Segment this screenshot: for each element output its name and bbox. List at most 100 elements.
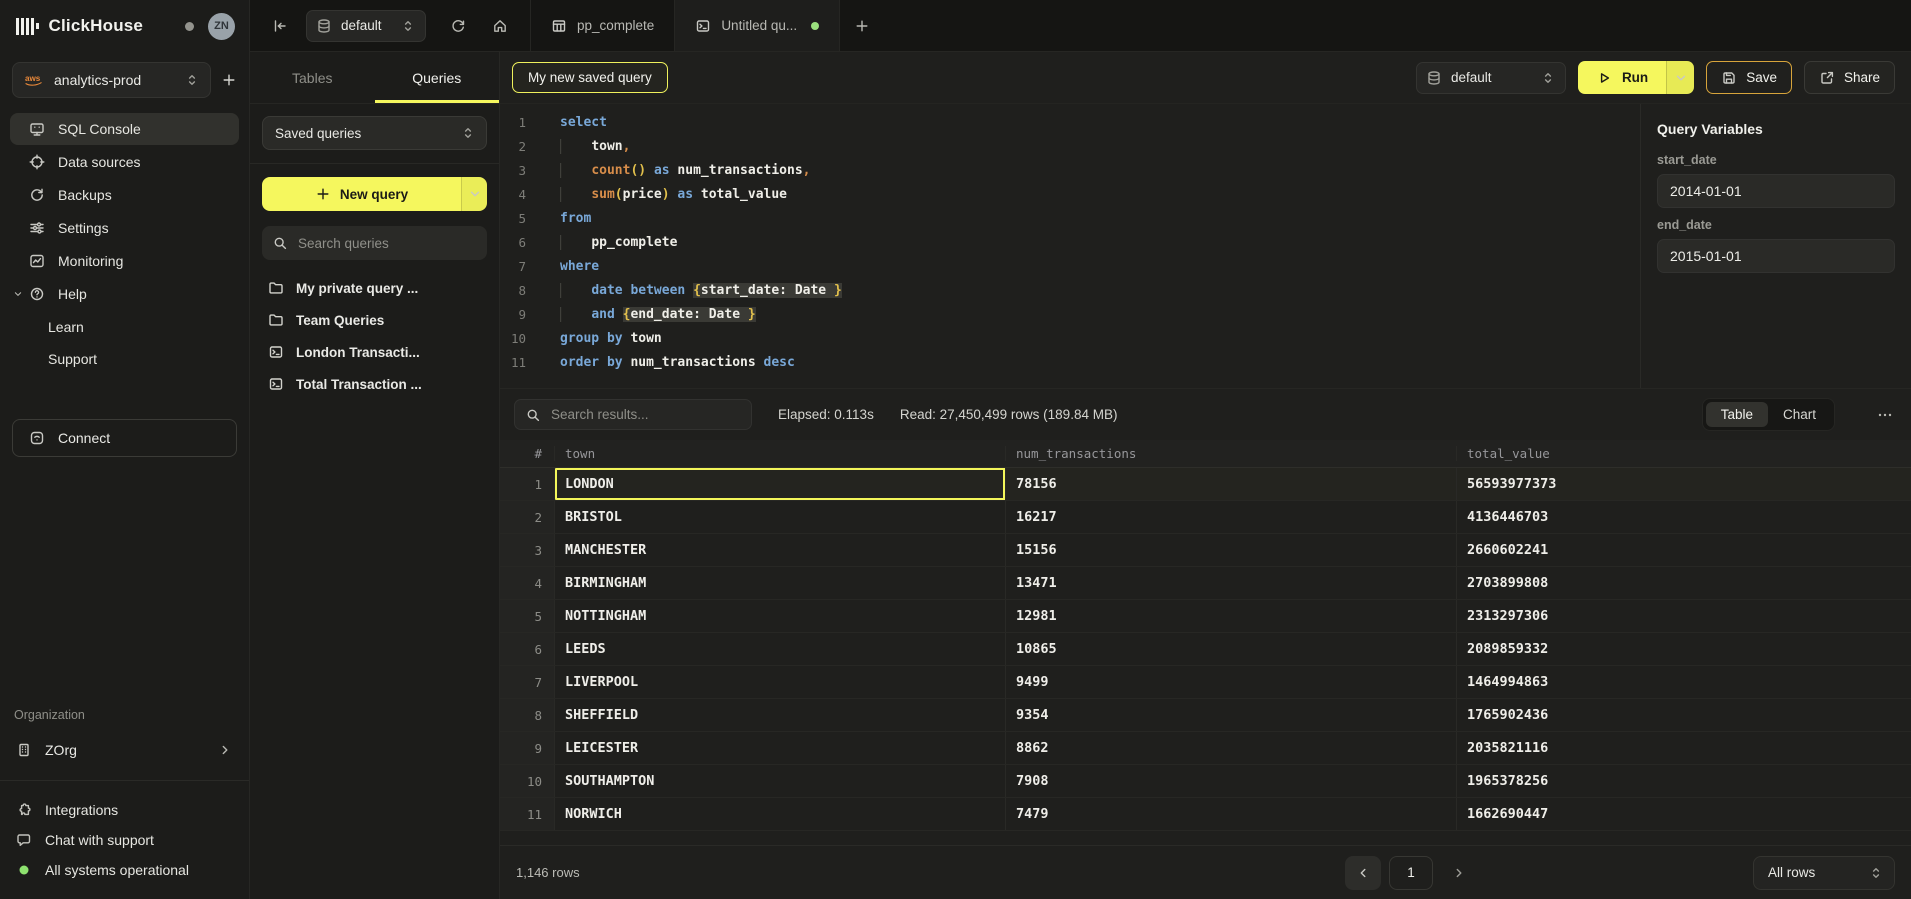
cell-num_transactions[interactable]: 15156: [1006, 534, 1457, 566]
cell-total_value[interactable]: 1965378256: [1457, 765, 1911, 797]
connect-button[interactable]: Connect: [12, 419, 237, 457]
view-chart-button[interactable]: Chart: [1768, 402, 1831, 427]
status-dot-icon: [16, 862, 32, 878]
add-service-button[interactable]: [221, 72, 237, 88]
cell-num_transactions[interactable]: 12981: [1006, 600, 1457, 632]
cell-total_value[interactable]: 2703899808: [1457, 567, 1911, 599]
new-query-label: New query: [340, 187, 408, 202]
cell-town[interactable]: BRISTOL: [555, 501, 1006, 533]
cell-total_value[interactable]: 2660602241: [1457, 534, 1911, 566]
cell-num_transactions[interactable]: 7479: [1006, 798, 1457, 830]
query-database-selector[interactable]: default: [1416, 62, 1566, 94]
save-label: Save: [1746, 70, 1777, 85]
sidebar-item-settings[interactable]: Settings: [10, 212, 239, 244]
results-menu-button[interactable]: [1877, 407, 1893, 423]
folder-icon: [268, 280, 284, 296]
database-selector[interactable]: default: [306, 10, 426, 42]
saved-query-chip[interactable]: My new saved query: [512, 62, 668, 93]
run-button[interactable]: Run: [1578, 61, 1694, 94]
run-options-button[interactable]: [1666, 61, 1694, 94]
tab-tables[interactable]: Tables: [250, 52, 375, 103]
puzzle-icon: [16, 802, 32, 818]
sidebar-footer-integrations[interactable]: Integrations: [0, 795, 249, 825]
cell-town[interactable]: LONDON: [555, 468, 1006, 500]
cell-town[interactable]: LEEDS: [555, 633, 1006, 665]
code-line: 1select: [500, 111, 1640, 135]
sidebar-item-data-sources[interactable]: Data sources: [10, 146, 239, 178]
search-results-input[interactable]: [549, 406, 741, 423]
cell-num_transactions[interactable]: 13471: [1006, 567, 1457, 599]
sidebar-item-support[interactable]: Support: [0, 343, 249, 375]
search-queries-input[interactable]: [296, 235, 477, 252]
saved-queries-filter[interactable]: Saved queries: [262, 116, 487, 150]
variable-input-start_date[interactable]: [1657, 174, 1895, 208]
cell-town[interactable]: MANCHESTER: [555, 534, 1006, 566]
new-tab-button[interactable]: [854, 18, 870, 34]
cell-num_transactions[interactable]: 78156: [1006, 468, 1457, 500]
sidebar-item-help[interactable]: Help: [10, 278, 239, 310]
variable-input-end_date[interactable]: [1657, 239, 1895, 273]
clickhouse-logo-icon: [16, 18, 39, 35]
saved-query-item[interactable]: London Transacti...: [262, 336, 487, 368]
cell-total_value[interactable]: 56593977373: [1457, 468, 1911, 500]
refresh-button[interactable]: [450, 18, 466, 34]
service-selector[interactable]: aws analytics-prod: [12, 62, 211, 98]
sidebar-item-learn[interactable]: Learn: [0, 311, 249, 343]
saved-query-item[interactable]: Team Queries: [262, 304, 487, 336]
cell-total_value[interactable]: 4136446703: [1457, 501, 1911, 533]
sidebar-item-monitoring[interactable]: Monitoring: [10, 245, 239, 277]
cell-town[interactable]: LIVERPOOL: [555, 666, 1006, 698]
next-page-button[interactable]: [1451, 865, 1467, 881]
cell-num_transactions[interactable]: 10865: [1006, 633, 1457, 665]
sidebar-item-sql-console[interactable]: SQL Console: [10, 113, 239, 145]
cell-index: 8: [500, 699, 555, 731]
search-results-box: [514, 399, 752, 430]
new-query-menu-button[interactable]: [461, 177, 487, 211]
cell-town[interactable]: NOTTINGHAM: [555, 600, 1006, 632]
cell-num_transactions[interactable]: 9499: [1006, 666, 1457, 698]
chart-icon: [29, 253, 45, 269]
cell-town[interactable]: LEICESTER: [555, 732, 1006, 764]
home-button[interactable]: [492, 18, 508, 34]
share-button[interactable]: Share: [1804, 61, 1895, 94]
sidebar-item-backups[interactable]: Backups: [10, 179, 239, 211]
cell-total_value[interactable]: 2313297306: [1457, 600, 1911, 632]
sidebar-header: ClickHouse ZN: [0, 0, 249, 52]
table-row: 8SHEFFIELD93541765902436: [500, 699, 1911, 732]
collapse-sidebar-button[interactable]: [272, 18, 288, 34]
sidebar-footer-chat-with-support[interactable]: Chat with support: [0, 825, 249, 855]
sql-editor[interactable]: 1select2 town,3 count() as num_transacti…: [500, 104, 1640, 388]
prev-page-button[interactable]: [1345, 856, 1381, 890]
cell-total_value[interactable]: 1765902436: [1457, 699, 1911, 731]
user-avatar[interactable]: ZN: [208, 13, 235, 40]
page-size-selector[interactable]: All rows: [1753, 856, 1895, 890]
cell-num_transactions[interactable]: 7908: [1006, 765, 1457, 797]
cell-total_value[interactable]: 1662690447: [1457, 798, 1911, 830]
tab-pp-complete[interactable]: pp_complete: [530, 0, 675, 51]
cell-town[interactable]: SHEFFIELD: [555, 699, 1006, 731]
terminal-icon: [268, 376, 284, 392]
code-text: group by town: [560, 327, 662, 351]
cell-num_transactions[interactable]: 9354: [1006, 699, 1457, 731]
save-button[interactable]: Save: [1706, 61, 1792, 94]
cell-total_value[interactable]: 1464994863: [1457, 666, 1911, 698]
sidebar-item-label: Help: [58, 286, 87, 302]
cell-total_value[interactable]: 2035821116: [1457, 732, 1911, 764]
cell-total_value[interactable]: 2089859332: [1457, 633, 1911, 665]
sidebar-footer-system-status[interactable]: All systems operational: [0, 855, 249, 885]
organization-switcher[interactable]: ZOrg: [0, 732, 249, 768]
sidebar-subnav: LearnSupport: [0, 311, 249, 375]
cell-town[interactable]: NORWICH: [555, 798, 1006, 830]
cell-num_transactions[interactable]: 16217: [1006, 501, 1457, 533]
view-table-button[interactable]: Table: [1706, 402, 1768, 427]
chevron-down-icon: [1673, 70, 1689, 86]
tab-untitled-query[interactable]: Untitled qu...: [675, 0, 840, 51]
cell-town[interactable]: BIRMINGHAM: [555, 567, 1006, 599]
page-number-input[interactable]: 1: [1389, 856, 1433, 890]
cell-town[interactable]: SOUTHAMPTON: [555, 765, 1006, 797]
tab-queries[interactable]: Queries: [375, 52, 500, 103]
saved-query-item[interactable]: Total Transaction ...: [262, 368, 487, 400]
saved-query-item[interactable]: My private query ...: [262, 272, 487, 304]
cell-num_transactions[interactable]: 8862: [1006, 732, 1457, 764]
new-query-button[interactable]: New query: [262, 177, 487, 211]
